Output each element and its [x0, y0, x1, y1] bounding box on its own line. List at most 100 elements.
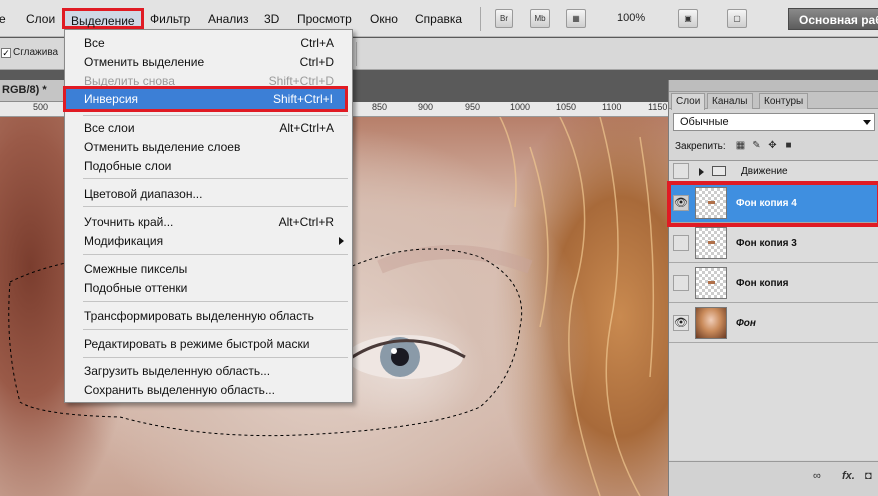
- ruler-tick-label: 1050: [556, 102, 577, 112]
- visibility-toggle[interactable]: [673, 275, 689, 291]
- expand-arrow-icon[interactable]: [699, 168, 704, 176]
- menu-item-quick-mask[interactable]: Редактировать в режиме быстрой маски: [65, 334, 352, 353]
- layer-name: Движение: [741, 166, 788, 177]
- ruler-tick-label: 500: [33, 102, 49, 112]
- layer-name: Фон копия: [736, 278, 789, 289]
- lock-label: Закрепить:: [675, 141, 726, 152]
- menu-item-inverse[interactable]: Инверсия Shift+Ctrl+I: [63, 86, 348, 112]
- document-title: RGB/8) *: [2, 84, 47, 96]
- bridge-button[interactable]: Br: [495, 9, 513, 28]
- visibility-toggle[interactable]: [673, 163, 689, 179]
- ruler-tick-label: 1000: [510, 102, 531, 112]
- menu-item-color-range[interactable]: Цветовой диапазон...: [65, 184, 352, 203]
- menu-item-label: Все: [84, 36, 105, 50]
- layer-name: Фон копия 3: [736, 238, 797, 249]
- menu-item-transform-selection[interactable]: Трансформировать выделенную область: [65, 306, 352, 325]
- layer-fon-kopiya-3[interactable]: Фон копия 3: [669, 224, 878, 263]
- menu-item-shortcut: Ctrl+D: [299, 55, 334, 69]
- menu-item-load-selection[interactable]: Загрузить выделенную область...: [65, 361, 352, 380]
- panel-bottom-toolbar: ∞ fx. ◘: [669, 461, 878, 496]
- menu-help[interactable]: Справка: [415, 12, 462, 26]
- menu-item-label: Модификация: [84, 234, 164, 248]
- antialias-label: Сглажива: [13, 47, 59, 58]
- folder-icon: [712, 166, 726, 176]
- menu-analysis[interactable]: Анализ: [208, 12, 249, 26]
- panel-title-bar[interactable]: [669, 80, 878, 92]
- menu-item-shortcut: Alt+Ctrl+R: [278, 215, 334, 229]
- menu-item-modify[interactable]: Модификация: [65, 231, 352, 250]
- menu-view[interactable]: Просмотр: [297, 12, 352, 26]
- menu-separator: [83, 301, 348, 302]
- layer-thumbnail: [695, 267, 727, 299]
- menu-item-refine-edge[interactable]: Уточнить край... Alt+Ctrl+R: [65, 212, 352, 231]
- toolbar-divider: [480, 7, 481, 31]
- menu-separator: [83, 115, 348, 116]
- fx-icon[interactable]: fx.: [842, 470, 855, 482]
- menu-separator: [83, 329, 348, 330]
- layer-thumbnail: [695, 227, 727, 259]
- submenu-arrow-icon: [339, 237, 344, 245]
- tab-layers[interactable]: Слои: [671, 93, 706, 110]
- menu-item-deselect-layers[interactable]: Отменить выделение слоев: [65, 137, 352, 156]
- hair-strands: [499, 117, 655, 496]
- menu-item-shortcut: Shift+Ctrl+I: [272, 92, 333, 106]
- layer-thumbnail: [695, 307, 727, 339]
- antialias-checkbox[interactable]: ✓: [1, 48, 11, 58]
- menu-edit[interactable]: е: [0, 12, 6, 26]
- layer-name: Фон: [736, 318, 756, 329]
- layer-group-dvizhenie[interactable]: Движение: [669, 161, 878, 182]
- menu-item-deselect[interactable]: Отменить выделение Ctrl+D: [65, 52, 352, 71]
- visibility-toggle[interactable]: [673, 235, 689, 251]
- lock-all-icon[interactable]: ■: [783, 140, 794, 151]
- menu-layers[interactable]: Слои: [26, 12, 55, 26]
- menu-window[interactable]: Окно: [370, 12, 398, 26]
- menu-item-shortcut: Ctrl+A: [300, 36, 334, 50]
- menu-separator: [83, 254, 348, 255]
- layer-fon[interactable]: 👁 Фон: [669, 304, 878, 343]
- view-extras-icon[interactable]: ▦: [566, 9, 586, 28]
- tab-paths[interactable]: Контуры: [759, 93, 809, 109]
- menu-item-all[interactable]: Все Ctrl+A: [65, 33, 352, 52]
- menu-item-similar[interactable]: Подобные оттенки: [65, 278, 352, 297]
- tab-channels[interactable]: Каналы: [707, 93, 753, 109]
- lock-position-icon[interactable]: ✥: [767, 140, 778, 151]
- workspace-switcher-button[interactable]: Основная рабо: [788, 8, 878, 30]
- menu-select[interactable]: Выделение: [62, 8, 144, 29]
- minibridge-button[interactable]: Mb: [530, 9, 550, 28]
- options-divider: [356, 42, 357, 66]
- menu-separator: [83, 357, 348, 358]
- ruler-tick-label: 950: [465, 102, 481, 112]
- menu-item-label: Цветовой диапазон...: [84, 187, 203, 201]
- menu-item-grow[interactable]: Смежные пикселы: [65, 259, 352, 278]
- lock-pixels-icon[interactable]: ✎: [751, 140, 762, 151]
- blend-mode-select[interactable]: Обычные: [673, 113, 875, 131]
- ruler-tick-label: 1100: [602, 102, 622, 112]
- menu-separator: [83, 206, 348, 207]
- menu-item-label: Загрузить выделенную область...: [84, 364, 271, 378]
- add-mask-icon[interactable]: ◘: [865, 470, 872, 482]
- eye-icon[interactable]: 👁: [673, 315, 689, 331]
- menu-item-label: Подобные оттенки: [84, 281, 188, 295]
- menu-3d[interactable]: 3D: [264, 12, 279, 26]
- menu-item-label: Инверсия: [84, 92, 139, 106]
- blend-mode-value: Обычные: [680, 116, 729, 128]
- menu-item-label: Отменить выделение слоев: [84, 140, 241, 154]
- menu-item-save-selection[interactable]: Сохранить выделенную область...: [65, 380, 352, 399]
- menu-item-label: Подобные слои: [84, 159, 172, 173]
- menu-item-similar-layers[interactable]: Подобные слои: [65, 156, 352, 175]
- menu-item-label: Смежные пикселы: [84, 262, 188, 276]
- menu-item-label: Трансформировать выделенную область: [84, 309, 314, 323]
- menu-separator: [83, 178, 348, 179]
- menu-item-label: Отменить выделение: [84, 55, 205, 69]
- menu-item-label: Сохранить выделенную область...: [84, 383, 275, 397]
- ruler-tick-label: 900: [418, 102, 434, 112]
- menu-item-all-layers[interactable]: Все слои Alt+Ctrl+A: [65, 118, 352, 137]
- arrange-documents-icon[interactable]: ▣: [678, 9, 698, 28]
- layer-fon-kopiya[interactable]: Фон копия: [669, 264, 878, 303]
- zoom-level[interactable]: 100%: [617, 12, 645, 24]
- screen-mode-icon[interactable]: ▢: [727, 9, 747, 28]
- menu-filter[interactable]: Фильтр: [150, 12, 190, 26]
- panel-tabs: Слои Каналы Контуры: [669, 92, 878, 110]
- lock-transparency-icon[interactable]: ▦: [735, 140, 746, 151]
- link-layers-icon[interactable]: ∞: [813, 470, 821, 482]
